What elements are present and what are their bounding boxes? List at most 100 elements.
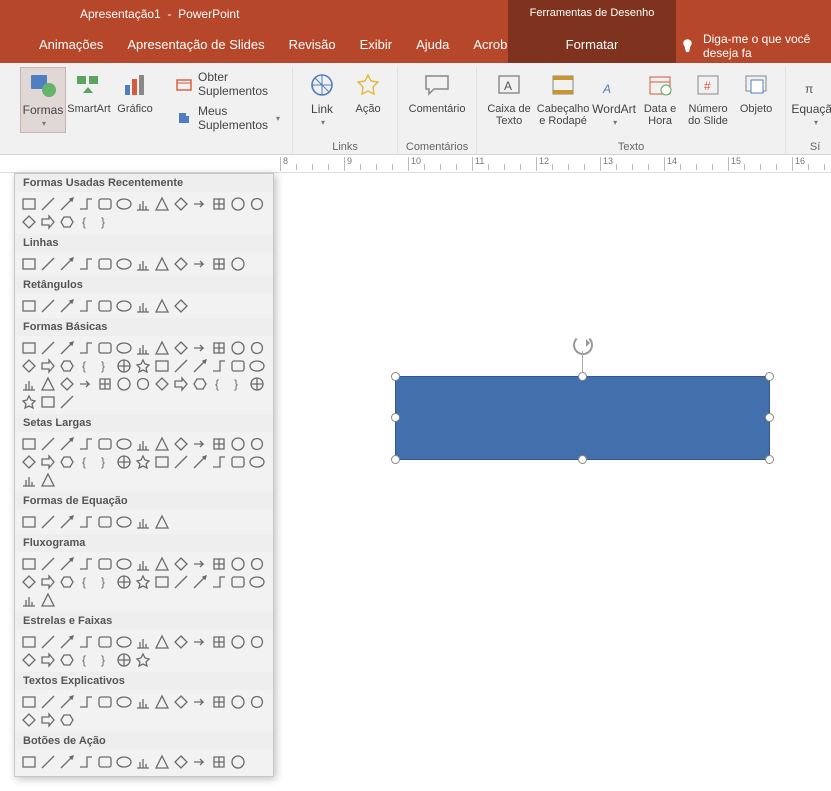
- shape-gallery-item[interactable]: [171, 255, 190, 273]
- shape-gallery-item[interactable]: [247, 633, 266, 651]
- shape-gallery-item[interactable]: [76, 375, 95, 393]
- shape-gallery-item[interactable]: [171, 357, 190, 375]
- grafico-button[interactable]: Gráfico: [112, 67, 158, 133]
- shape-gallery-item[interactable]: [190, 375, 209, 393]
- shape-gallery-item[interactable]: [171, 633, 190, 651]
- shape-gallery-item[interactable]: [114, 753, 133, 771]
- shape-gallery-item[interactable]: [152, 297, 171, 315]
- shape-gallery-item[interactable]: [57, 753, 76, 771]
- shape-gallery-item[interactable]: [38, 693, 57, 711]
- tab-formatar[interactable]: Formatar: [508, 28, 676, 63]
- shape-gallery-item[interactable]: [38, 513, 57, 531]
- shape-gallery-item[interactable]: [228, 357, 247, 375]
- shape-gallery-item[interactable]: [171, 195, 190, 213]
- shape-gallery-item[interactable]: [57, 555, 76, 573]
- shape-gallery-item[interactable]: [171, 375, 190, 393]
- shape-gallery-item[interactable]: [95, 753, 114, 771]
- shape-gallery-item[interactable]: [133, 513, 152, 531]
- shape-gallery-item[interactable]: [95, 339, 114, 357]
- shape-gallery-item[interactable]: [57, 693, 76, 711]
- resize-handle-ml[interactable]: [391, 413, 400, 422]
- shape-gallery-item[interactable]: }: [95, 213, 114, 231]
- shape-gallery-item[interactable]: [133, 195, 152, 213]
- shape-gallery-item[interactable]: [76, 513, 95, 531]
- shape-gallery-item[interactable]: [19, 195, 38, 213]
- shape-gallery-item[interactable]: [228, 195, 247, 213]
- shape-gallery-item[interactable]: [152, 633, 171, 651]
- shape-gallery-item[interactable]: [57, 375, 76, 393]
- shape-gallery-item[interactable]: [247, 339, 266, 357]
- shape-gallery-item[interactable]: [38, 633, 57, 651]
- shape-gallery-item[interactable]: [247, 195, 266, 213]
- shape-gallery-item[interactable]: [57, 573, 76, 591]
- shape-gallery-item[interactable]: [19, 711, 38, 729]
- shape-gallery-item[interactable]: [209, 195, 228, 213]
- shape-gallery-item[interactable]: [95, 255, 114, 273]
- shape-gallery-item[interactable]: [247, 555, 266, 573]
- shape-gallery-item[interactable]: [95, 693, 114, 711]
- resize-handle-tm[interactable]: [578, 372, 587, 381]
- shape-gallery-item[interactable]: [133, 435, 152, 453]
- comentario-button[interactable]: Comentário: [404, 67, 470, 117]
- shape-gallery-item[interactable]: [38, 357, 57, 375]
- shape-gallery-item[interactable]: [19, 375, 38, 393]
- shape-gallery-item[interactable]: [228, 573, 247, 591]
- shape-gallery-item[interactable]: [76, 633, 95, 651]
- resize-handle-br[interactable]: [765, 455, 774, 464]
- shape-gallery-item[interactable]: [95, 375, 114, 393]
- shape-gallery-item[interactable]: [95, 555, 114, 573]
- slide-canvas[interactable]: Formas Usadas Recentemente{}LinhasRetâng…: [0, 173, 831, 791]
- shape-gallery-item[interactable]: [19, 651, 38, 669]
- shape-gallery-item[interactable]: }: [95, 357, 114, 375]
- shape-gallery-item[interactable]: [152, 255, 171, 273]
- shape-gallery-item[interactable]: [133, 255, 152, 273]
- shape-gallery-item[interactable]: [209, 555, 228, 573]
- shape-gallery-item[interactable]: [190, 555, 209, 573]
- shape-gallery-item[interactable]: [76, 195, 95, 213]
- shape-gallery-item[interactable]: [152, 573, 171, 591]
- shape-gallery-item[interactable]: [152, 357, 171, 375]
- tab-apresentacao[interactable]: Apresentação de Slides: [115, 28, 276, 63]
- shape-gallery-item[interactable]: [171, 693, 190, 711]
- shape-gallery-item[interactable]: [114, 693, 133, 711]
- shape-gallery-item[interactable]: [247, 693, 266, 711]
- shape-gallery-item[interactable]: [76, 555, 95, 573]
- shape-gallery-item[interactable]: {: [76, 357, 95, 375]
- shape-gallery-item[interactable]: [38, 213, 57, 231]
- shape-gallery-item[interactable]: [38, 591, 57, 609]
- shape-gallery-item[interactable]: [19, 213, 38, 231]
- shape-gallery-item[interactable]: [247, 435, 266, 453]
- shape-gallery-item[interactable]: [171, 339, 190, 357]
- shape-gallery-item[interactable]: [171, 453, 190, 471]
- shape-gallery-item[interactable]: [114, 573, 133, 591]
- objeto-button[interactable]: Objeto: [733, 67, 779, 131]
- shape-gallery-item[interactable]: [76, 753, 95, 771]
- shape-gallery-item[interactable]: [152, 753, 171, 771]
- shape-gallery-item[interactable]: [19, 357, 38, 375]
- shape-gallery-item[interactable]: [57, 255, 76, 273]
- shape-gallery-item[interactable]: [76, 693, 95, 711]
- shape-gallery-item[interactable]: [247, 375, 266, 393]
- shape-gallery-item[interactable]: [19, 633, 38, 651]
- shape-gallery-item[interactable]: [133, 633, 152, 651]
- shape-gallery-item[interactable]: [19, 693, 38, 711]
- shape-gallery-item[interactable]: [133, 573, 152, 591]
- meus-suplementos-button[interactable]: Meus Suplementos ▾: [170, 101, 286, 135]
- shape-gallery-item[interactable]: [209, 573, 228, 591]
- shape-gallery-item[interactable]: [57, 633, 76, 651]
- shape-gallery-item[interactable]: [209, 339, 228, 357]
- shape-gallery-item[interactable]: [38, 255, 57, 273]
- shape-gallery-item[interactable]: [133, 555, 152, 573]
- shape-gallery-item[interactable]: [38, 573, 57, 591]
- resize-handle-tr[interactable]: [765, 372, 774, 381]
- tab-animacoes[interactable]: Animações: [27, 28, 115, 63]
- formas-button[interactable]: Formas▾: [20, 67, 66, 133]
- shape-gallery-item[interactable]: [228, 633, 247, 651]
- caixa-texto-button[interactable]: A Caixa de Texto: [483, 67, 535, 131]
- shape-gallery-item[interactable]: [19, 393, 38, 411]
- tab-ajuda[interactable]: Ajuda: [404, 28, 461, 63]
- shape-gallery-item[interactable]: {: [76, 213, 95, 231]
- shape-gallery-item[interactable]: }: [95, 453, 114, 471]
- shape-gallery-item[interactable]: [209, 633, 228, 651]
- shape-gallery-item[interactable]: [19, 573, 38, 591]
